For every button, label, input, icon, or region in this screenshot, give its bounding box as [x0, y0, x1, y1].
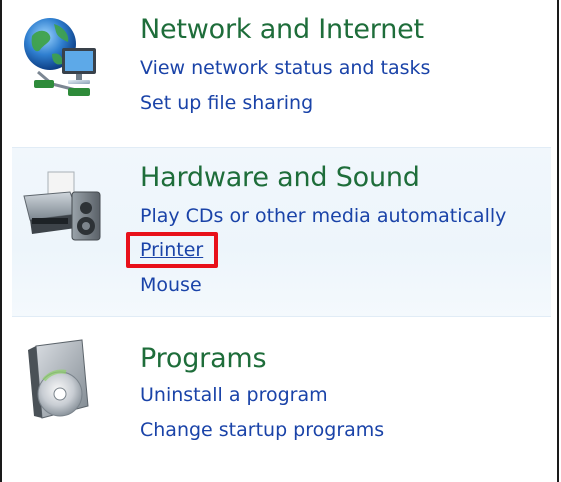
printer-speaker-icon[interactable]: [18, 158, 110, 250]
highlight-box: [126, 232, 218, 268]
link-set-up-file-sharing[interactable]: Set up file sharing: [140, 92, 313, 114]
link-uninstall-program[interactable]: Uninstall a program: [140, 384, 328, 406]
category-title-network[interactable]: Network and Internet: [140, 14, 424, 45]
category-programs: Programs Uninstall a program Change star…: [12, 322, 551, 472]
control-panel-window: Network and Internet View network status…: [0, 0, 559, 482]
link-mouse[interactable]: Mouse: [140, 274, 202, 296]
category-network-and-internet: Network and Internet View network status…: [12, 0, 551, 140]
globe-network-icon[interactable]: [18, 14, 110, 106]
link-change-startup-programs[interactable]: Change startup programs: [140, 419, 384, 441]
link-play-cds-autoplay[interactable]: Play CDs or other media automatically: [140, 205, 506, 227]
category-hardware-and-sound: Hardware and Sound Play CDs or other med…: [12, 147, 551, 317]
link-view-network-status[interactable]: View network status and tasks: [140, 57, 430, 79]
category-title-hardware[interactable]: Hardware and Sound: [140, 162, 420, 193]
category-title-programs[interactable]: Programs: [140, 343, 267, 374]
software-box-disc-icon[interactable]: [18, 336, 110, 428]
